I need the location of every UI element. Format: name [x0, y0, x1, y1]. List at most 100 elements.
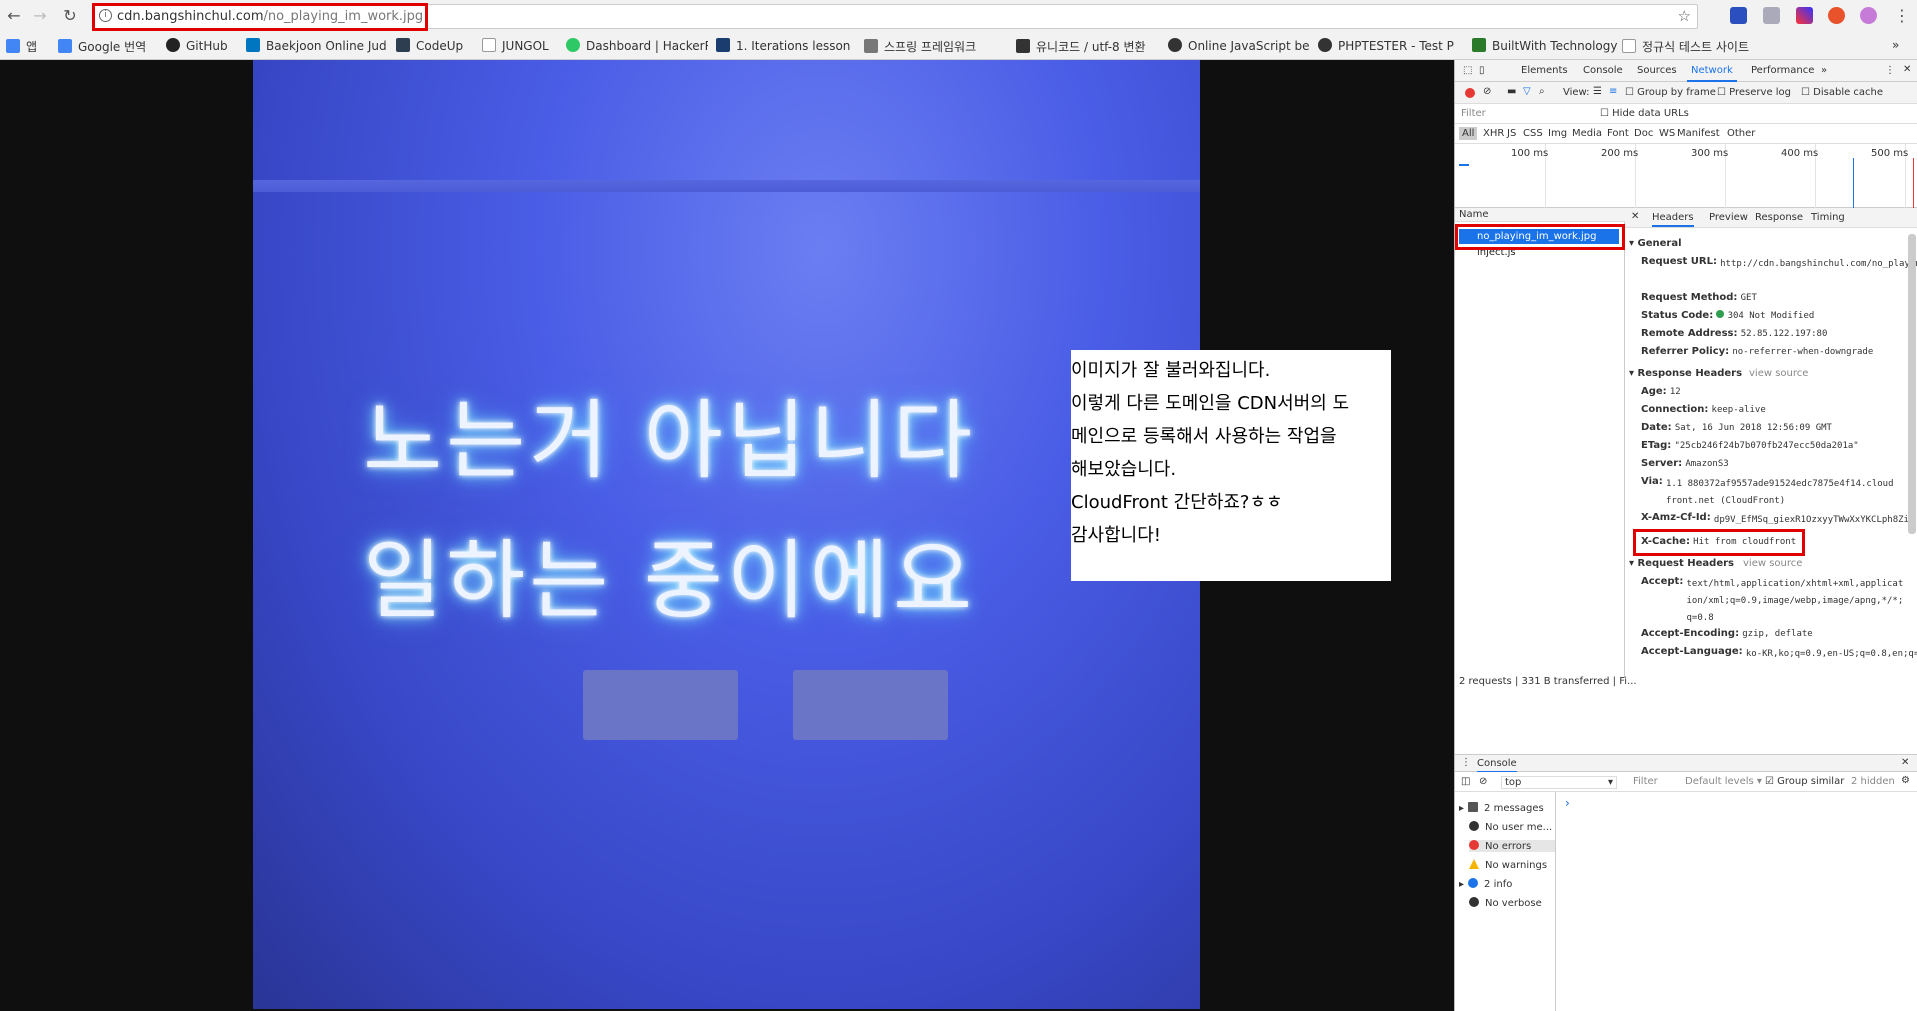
device-toolbar-icon[interactable]: ▯ — [1479, 65, 1485, 76]
type-filter-other[interactable]: Other — [1727, 128, 1755, 139]
timeline-tick-label: 200 ms — [1601, 148, 1639, 159]
request-headers-toggle[interactable]: ▾ Request Headers — [1629, 558, 1734, 569]
bookmark-item[interactable]: CodeUp — [396, 38, 472, 53]
bookmark-item[interactable]: Google 번역 — [58, 38, 158, 55]
close-icon[interactable]: ✕ — [1631, 211, 1639, 222]
bookmark-item[interactable]: PHPTESTER - Test P — [1318, 38, 1466, 53]
status-ok-icon — [1716, 310, 1725, 318]
detail-tab-headers[interactable]: Headers — [1652, 212, 1694, 227]
extension-icon[interactable] — [1730, 7, 1747, 24]
bookmark-item[interactable]: GitHub — [166, 38, 238, 53]
extension-icon[interactable] — [1796, 7, 1813, 24]
clear-icon[interactable]: ⊘ — [1483, 86, 1491, 97]
network-overview-timeline[interactable]: 100 ms 200 ms 300 ms 400 ms 500 ms — [1455, 144, 1917, 208]
detail-tab-timing[interactable]: Timing — [1811, 212, 1845, 223]
inspect-icon[interactable]: ⬚ — [1463, 65, 1472, 76]
view-label: View: — [1563, 87, 1590, 98]
more-tabs-icon[interactable]: » — [1821, 65, 1827, 76]
drawer-menu-icon[interactable]: ⋮ — [1461, 757, 1471, 768]
type-filter-doc[interactable]: Doc — [1634, 128, 1653, 139]
type-filter-manifest[interactable]: Manifest — [1677, 128, 1720, 139]
type-filter-js[interactable]: JS — [1507, 128, 1516, 139]
note-line: 이미지가 잘 불러와집니다. — [1071, 360, 1271, 381]
more-bookmarks-icon[interactable]: » — [1892, 38, 1912, 52]
bookmark-star-icon[interactable]: ☆ — [1678, 7, 1691, 25]
bookmark-item[interactable]: 유니코드 / utf-8 변환 — [1016, 38, 1164, 55]
tab-console[interactable]: Console — [1583, 65, 1623, 76]
waterfall-icon[interactable]: ≡ — [1609, 86, 1617, 97]
extension-icon[interactable] — [1763, 7, 1780, 24]
header-row: Accept: text/html,application/xhtml+xml,… — [1641, 576, 1904, 623]
context-select[interactable]: top ▾ — [1501, 776, 1617, 789]
request-name-column: Name no_playing_im_work.jpg inject.js 2 … — [1455, 208, 1637, 687]
bookmark-item[interactable]: 정규식 테스트 사이트 — [1622, 38, 1758, 55]
type-filter-ws[interactable]: WS — [1659, 128, 1675, 139]
view-source-link[interactable]: view source — [1743, 558, 1802, 569]
bookmark-item[interactable]: 1. Iterations lesson — [716, 38, 856, 53]
forward-arrow-icon[interactable]: → — [30, 6, 50, 26]
bookmark-item[interactable]: 앱 — [6, 38, 50, 55]
sidebar-item-warnings[interactable]: No warnings — [1469, 859, 1547, 871]
devtools-menu-icon[interactable]: ⋮ — [1885, 65, 1895, 76]
neon-sign-photo: 노는거 아닙니다 일하는 중이에요 — [253, 60, 1200, 1009]
tab-sources[interactable]: Sources — [1637, 65, 1677, 76]
bookmark-item[interactable]: JUNGOL — [482, 38, 560, 53]
detail-tabbar: ✕ Headers Preview Response Timing — [1625, 208, 1917, 228]
gear-icon[interactable]: ⚙ — [1901, 775, 1910, 786]
bookmark-item[interactable]: BuiltWith Technology — [1472, 38, 1618, 53]
reload-icon[interactable]: ↻ — [60, 6, 80, 26]
bookmark-item[interactable]: 스프링 프레임워크 — [864, 38, 1008, 55]
general-section-toggle[interactable]: ▾ General — [1629, 238, 1682, 249]
view-source-link[interactable]: view source — [1749, 368, 1808, 379]
console-tab[interactable]: Console — [1477, 758, 1517, 773]
tab-network[interactable]: Network — [1687, 65, 1737, 82]
filter-icon[interactable]: ▽ — [1523, 86, 1531, 97]
clear-icon[interactable]: ⊘ — [1479, 776, 1487, 787]
tab-elements[interactable]: Elements — [1521, 65, 1568, 76]
menu-icon[interactable]: ⋮ — [1892, 6, 1912, 26]
disable-cache-checkbox[interactable]: ☐ Disable cache — [1801, 87, 1883, 98]
tree-icon — [864, 39, 878, 53]
bookmark-item[interactable]: Online JavaScript be — [1168, 38, 1310, 53]
sidebar-item-info[interactable]: ▸ 2 info — [1459, 878, 1512, 890]
sidebar-item-errors[interactable]: No errors — [1469, 840, 1555, 852]
search-icon[interactable]: ⌕ — [1539, 86, 1545, 97]
header-row: Connection: keep-alive — [1641, 404, 1766, 415]
note-line: 해보았습니다. — [1071, 459, 1177, 480]
console-prompt[interactable]: › — [1565, 796, 1570, 810]
back-arrow-icon[interactable]: ← — [4, 6, 24, 26]
camera-icon[interactable]: ▬ — [1507, 86, 1516, 97]
sidebar-item-messages[interactable]: ▸ 2 messages — [1459, 802, 1544, 814]
sidebar-toggle-icon[interactable]: ◫ — [1461, 776, 1470, 787]
hide-data-urls-checkbox[interactable]: ☐ Hide data URLs — [1600, 108, 1689, 119]
preserve-log-checkbox[interactable]: ☐ Preserve log — [1717, 87, 1791, 98]
header-row: Referrer Policy: no-referrer-when-downgr… — [1641, 346, 1874, 357]
scrollbar[interactable] — [1908, 234, 1916, 534]
header-row: Age: 12 — [1641, 386, 1681, 397]
extension-icon[interactable] — [1828, 7, 1845, 24]
close-icon[interactable]: ✕ — [1901, 757, 1909, 768]
type-filter-xhr[interactable]: XHR — [1483, 128, 1504, 139]
detail-tab-preview[interactable]: Preview — [1709, 212, 1748, 223]
group-similar-checkbox[interactable]: ☑ Group similar — [1765, 776, 1844, 787]
type-filter-all[interactable]: All — [1459, 127, 1478, 140]
type-filter-img[interactable]: Img — [1548, 128, 1567, 139]
type-filter-media[interactable]: Media — [1572, 128, 1602, 139]
record-icon[interactable] — [1465, 88, 1475, 98]
sidebar-item-verbose[interactable]: No verbose — [1469, 897, 1542, 909]
extension-icon[interactable] — [1860, 7, 1877, 24]
tab-performance[interactable]: Performance — [1751, 65, 1814, 76]
large-rows-icon[interactable]: ☰ — [1593, 86, 1602, 97]
group-by-frame-checkbox[interactable]: ☐ Group by frame — [1625, 87, 1716, 98]
close-icon[interactable]: ✕ — [1903, 64, 1911, 75]
type-filter-font[interactable]: Font — [1607, 128, 1629, 139]
detail-tab-response[interactable]: Response — [1755, 212, 1803, 223]
console-filter-input[interactable]: Filter — [1633, 776, 1658, 787]
bookmark-item[interactable]: Baekjoon Online Judge — [246, 38, 386, 53]
response-headers-toggle[interactable]: ▾ Response Headers — [1629, 368, 1742, 379]
levels-dropdown[interactable]: Default levels ▾ — [1685, 776, 1762, 787]
bookmark-item[interactable]: Dashboard | HackerRank — [566, 38, 708, 53]
sidebar-item-user-messages[interactable]: No user me... — [1469, 821, 1552, 833]
filter-input[interactable]: Filter — [1461, 108, 1486, 119]
type-filter-css[interactable]: CSS — [1523, 128, 1543, 139]
